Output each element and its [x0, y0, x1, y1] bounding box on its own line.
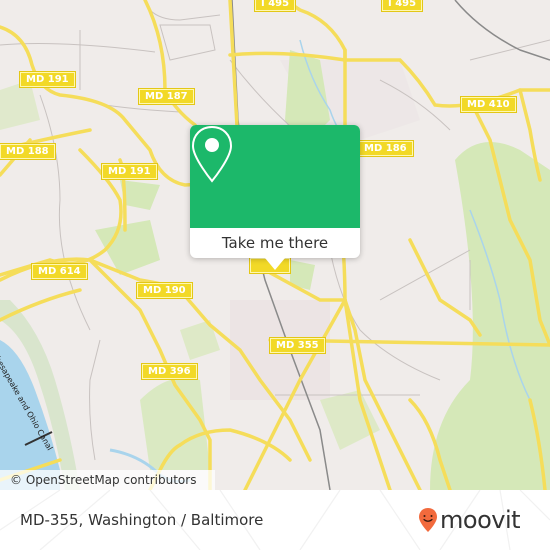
road-label-md190: MD 190	[136, 282, 193, 299]
road-label-md410: MD 410	[460, 96, 517, 113]
location-title: MD-355, Washington / Baltimore	[20, 511, 264, 529]
moovit-wordmark: moovit	[440, 506, 521, 534]
road-label-md186: MD 186	[357, 140, 414, 157]
road-label-md191-a: MD 191	[19, 71, 76, 88]
road-label-md191-b: MD 191	[101, 163, 158, 180]
road-label-md614: MD 614	[31, 263, 88, 280]
road-label-i495-b: I 495	[380, 0, 424, 12]
road-label-md188: MD 188	[0, 143, 56, 160]
take-me-there-button[interactable]: Take me there	[190, 228, 360, 258]
road-label-i495-a: I 495	[253, 0, 297, 12]
road-label-md396: MD 396	[141, 363, 198, 380]
popup-header	[190, 125, 360, 228]
popup-pointer	[265, 258, 285, 270]
road-label-md187: MD 187	[138, 88, 195, 105]
osm-attribution[interactable]: © OpenStreetMap contributors	[0, 470, 215, 490]
road-label-md355: MD 355	[269, 337, 326, 354]
moovit-pin-icon	[419, 508, 437, 532]
location-pin-icon	[191, 125, 233, 183]
moovit-logo[interactable]: moovit	[418, 506, 521, 534]
map-view[interactable]: I 495 I 495 MD 191 MD 187 MD 188 MD 191 …	[0, 0, 550, 490]
location-popup: Take me there	[190, 125, 360, 270]
footer-bar: MD-355, Washington / Baltimore moovit	[0, 490, 550, 550]
